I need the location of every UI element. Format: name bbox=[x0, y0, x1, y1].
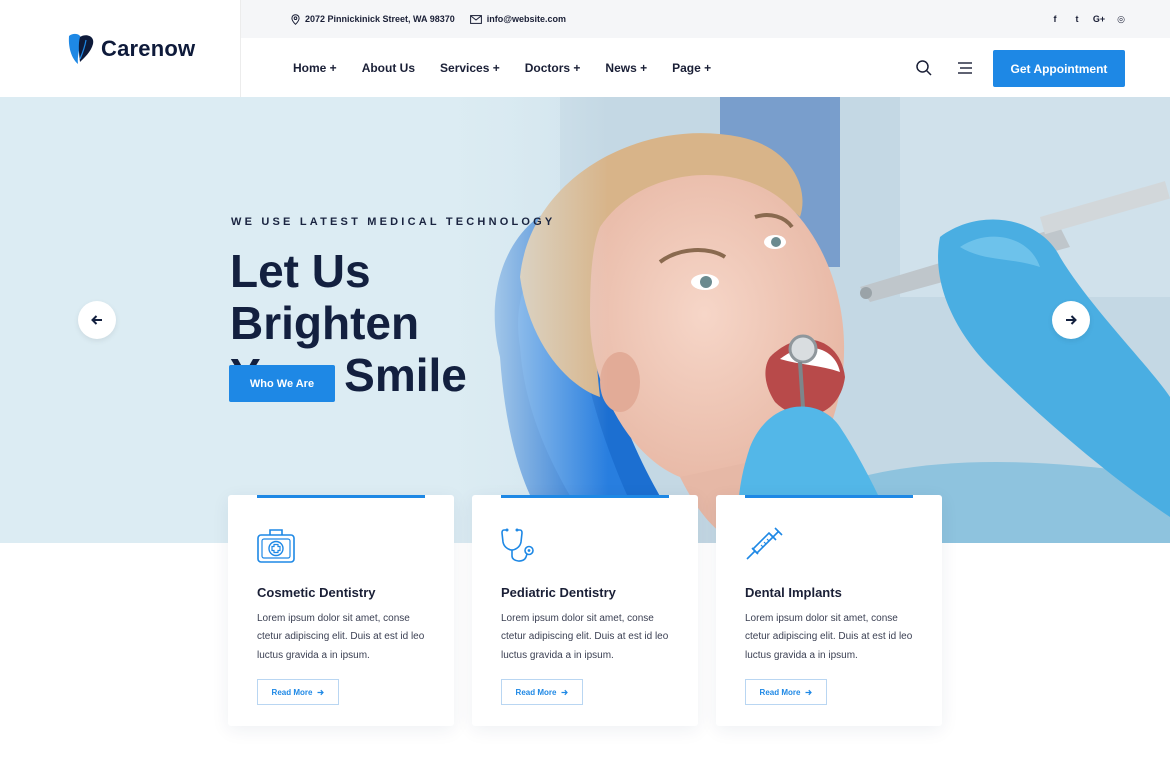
read-more-label: Read More bbox=[271, 687, 313, 697]
card-description: Lorem ipsum dolor sit amet, conse ctetur… bbox=[745, 613, 913, 661]
nav-item-about[interactable]: About Us bbox=[362, 61, 415, 75]
hamburger-menu-icon[interactable] bbox=[957, 60, 973, 76]
logo[interactable]: Carenow bbox=[0, 0, 241, 97]
slider-prev-button[interactable] bbox=[78, 301, 116, 339]
get-appointment-button[interactable]: Get Appointment bbox=[993, 50, 1125, 87]
email-info[interactable]: info@website.com bbox=[469, 14, 567, 24]
nav-item-home[interactable]: Home + bbox=[293, 61, 337, 75]
email-text: info@website.com bbox=[486, 14, 567, 24]
read-more-label: Read More bbox=[759, 687, 801, 697]
service-card-cosmetic: Cosmetic Dentistry Lorem ipsum dolor sit… bbox=[228, 495, 454, 726]
google-plus-icon[interactable]: G+ bbox=[1093, 14, 1105, 24]
hero-subtitle: WE USE LATEST MEDICAL TECHNOLOGY bbox=[231, 216, 556, 228]
location-pin-icon bbox=[291, 13, 300, 25]
read-more-button[interactable]: Read More bbox=[257, 679, 339, 705]
search-icon[interactable] bbox=[915, 59, 933, 77]
facebook-icon[interactable]: f bbox=[1050, 14, 1060, 24]
hero-slider: WE USE LATEST MEDICAL TECHNOLOGY Let Us … bbox=[0, 97, 1170, 543]
dental-patient-photo bbox=[0, 97, 1170, 543]
top-bar: 2072 Pinnickinick Street, WA 98370 info@… bbox=[241, 0, 1170, 38]
envelope-icon bbox=[469, 14, 482, 24]
card-description: Lorem ipsum dolor sit amet, conse ctetur… bbox=[501, 613, 669, 661]
service-card-implants: Dental Implants Lorem ipsum dolor sit am… bbox=[716, 495, 942, 726]
nav-item-page[interactable]: Page + bbox=[672, 61, 711, 75]
instagram-icon[interactable]: ◎ bbox=[1116, 14, 1126, 24]
read-more-label: Read More bbox=[515, 687, 557, 697]
card-description: Lorem ipsum dolor sit amet, conse ctetur… bbox=[257, 613, 425, 661]
who-we-are-button[interactable]: Who We Are bbox=[229, 365, 335, 402]
slider-next-button[interactable] bbox=[1052, 301, 1090, 339]
arrow-right-icon bbox=[561, 689, 569, 695]
main-nav: Home + About Us Services + Doctors + New… bbox=[241, 38, 1170, 97]
brand-name: Carenow bbox=[101, 35, 196, 61]
twitter-icon[interactable]: t bbox=[1072, 14, 1082, 24]
social-links: f t G+ ◎ bbox=[1050, 0, 1126, 38]
arrow-left-icon bbox=[91, 315, 102, 325]
tooth-leaf-logo-icon bbox=[68, 33, 94, 64]
address-info: 2072 Pinnickinick Street, WA 98370 bbox=[291, 13, 455, 25]
read-more-button[interactable]: Read More bbox=[745, 679, 827, 705]
card-accent-bar bbox=[745, 495, 913, 498]
card-title: Cosmetic Dentistry bbox=[257, 585, 376, 600]
service-card-pediatric: Pediatric Dentistry Lorem ipsum dolor si… bbox=[472, 495, 698, 726]
arrow-right-icon bbox=[805, 689, 813, 695]
syringe-icon bbox=[746, 527, 783, 560]
address-text: 2072 Pinnickinick Street, WA 98370 bbox=[305, 14, 455, 24]
card-accent-bar bbox=[257, 495, 425, 498]
arrow-right-icon bbox=[317, 689, 325, 695]
card-title: Pediatric Dentistry bbox=[501, 585, 616, 600]
nav-item-services[interactable]: Services + bbox=[440, 61, 500, 75]
card-accent-bar bbox=[501, 495, 669, 498]
nav-item-news[interactable]: News + bbox=[605, 61, 647, 75]
read-more-button[interactable]: Read More bbox=[501, 679, 583, 705]
first-aid-kit-icon bbox=[257, 529, 295, 563]
arrow-right-icon bbox=[1066, 315, 1077, 325]
nav-item-doctors[interactable]: Doctors + bbox=[525, 61, 581, 75]
hero-title-line-1: Let Us Brighten bbox=[230, 245, 420, 349]
card-title: Dental Implants bbox=[745, 585, 842, 600]
stethoscope-icon bbox=[501, 528, 534, 562]
